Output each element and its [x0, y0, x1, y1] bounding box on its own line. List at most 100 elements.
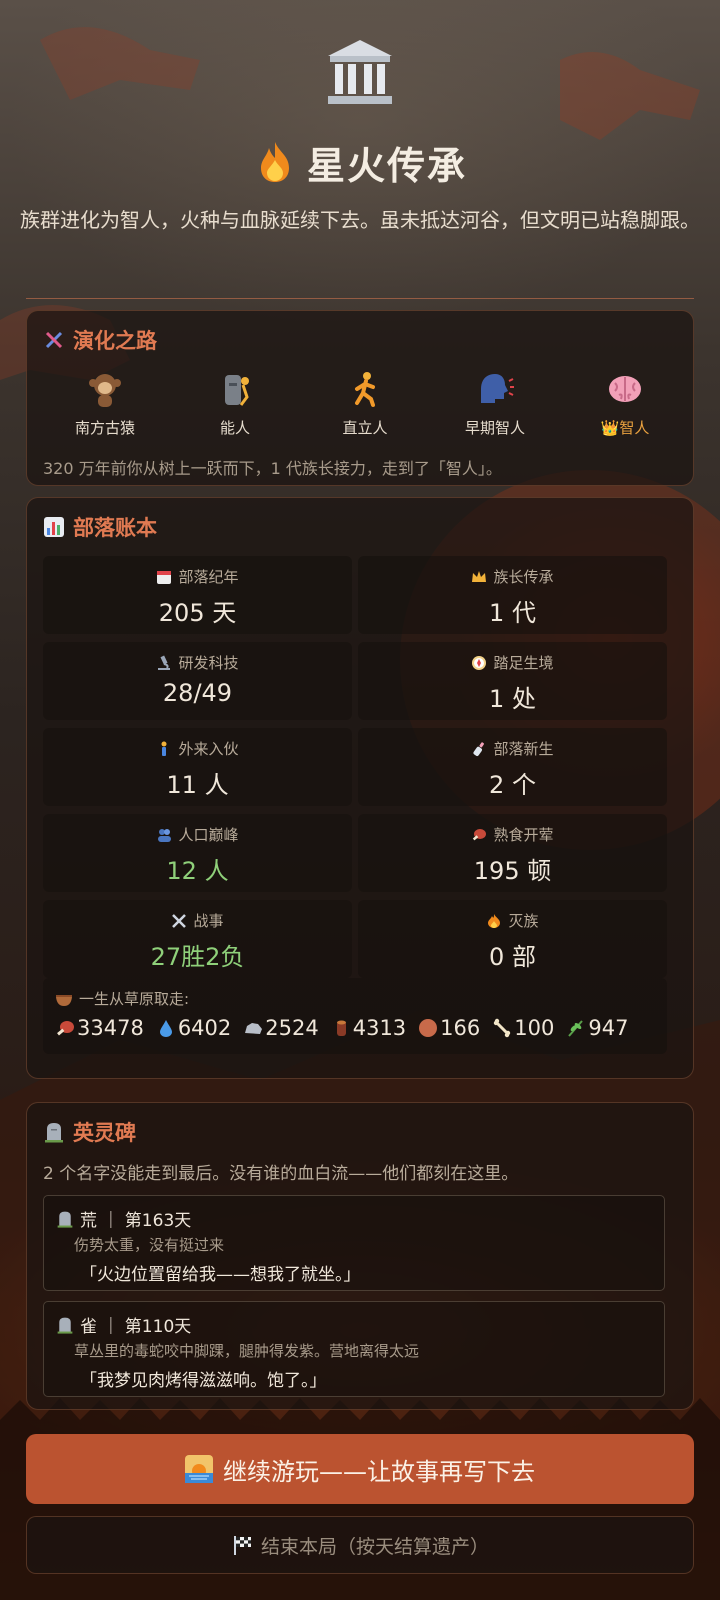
stat-label: 战事 [193, 912, 224, 930]
stat-value: 12 人 [166, 857, 229, 885]
resource-herb: 947 [566, 1016, 628, 1040]
monkey-icon [89, 374, 121, 407]
headstone-icon [45, 1123, 63, 1143]
stat-tribes-destroyed: 灭族 0 部 [358, 900, 667, 978]
stat-label: 熟食开荤 [493, 826, 554, 844]
end-game-button[interactable]: 结束本局（按天结算遗产） [26, 1516, 694, 1574]
stat-label: 踏足生境 [493, 654, 554, 672]
baby-bottle-icon [473, 741, 485, 756]
memorial-entry-cause: 草丛里的毒蛇咬中脚踝，腿肿得发紫。营地离得太远 [74, 1342, 420, 1360]
page-subtitle: 族群进化为智人，火种与血脉延续下去。虽未抵达河谷，但文明已站稳脚跟。 [20, 208, 700, 232]
stat-label: 人口巅峰 [178, 826, 239, 844]
bowl-icon [56, 994, 72, 1006]
evolution-step-label: 直立人 [342, 419, 388, 437]
evolution-step-habilis: 能人 [170, 369, 300, 438]
brain-icon [609, 376, 641, 402]
stat-label: 灭族 [508, 912, 539, 930]
fire-icon [260, 142, 289, 182]
stat-births: 部落新生 2 个 [358, 728, 667, 806]
memorial-title-label: 英灵碑 [73, 1121, 136, 1145]
speaking-head-icon [481, 374, 514, 403]
memorial-entry-cause: 伤势太重，没有挺过来 [74, 1236, 225, 1254]
evolution-step-label: 能人 [219, 419, 250, 437]
stat-peak-population: 人口巅峰 12 人 [43, 814, 352, 892]
evolution-step-early-sapiens: 早期智人 [430, 369, 560, 438]
stat-battles: 战事 27胜2负 [43, 900, 352, 978]
evolution-title-label: 演化之路 [73, 329, 157, 353]
meat-icon [57, 1021, 74, 1036]
resource-value: 6402 [177, 1016, 232, 1040]
temple-icon [328, 40, 392, 104]
ledger-title: 部落账本 [43, 512, 157, 542]
moai-icon [225, 375, 249, 406]
compass-icon [472, 655, 487, 670]
continue-button-label: 继续游玩——让故事再写下去 [223, 1457, 535, 1486]
resource-clay: 166 [418, 1016, 480, 1040]
stat-value: 2 个 [489, 771, 536, 799]
resource-value: 166 [440, 1016, 481, 1040]
resource-value: 4313 [352, 1016, 407, 1040]
stat-value: 1 处 [489, 685, 536, 713]
spoils-title: 一生从草原取走: [79, 990, 190, 1008]
evolution-step-label: 南方古猿 [74, 419, 135, 437]
water-drop-icon [159, 1020, 172, 1037]
headstone-icon [57, 1211, 73, 1228]
evolution-description: 320 万年前你从树上一跃而下，1 代族长接力，走到了「智人」。 [43, 459, 502, 478]
resource-value: 2524 [265, 1016, 319, 1040]
stat-label: 族长传承 [493, 568, 554, 586]
sunrise-icon [185, 1455, 213, 1483]
evolution-title: 演化之路 [43, 325, 157, 355]
memorial-entry: 荒 ｜ 第163天 伤势太重，没有挺过来 「火边位置留给我——想我了就坐。」 [43, 1195, 665, 1291]
meat-icon [473, 828, 487, 840]
memorial-entry-quote: 「火边位置留给我——想我了就坐。」 [80, 1265, 361, 1285]
evolution-step-label-current: 👑智人 [600, 419, 650, 437]
header-divider [26, 298, 694, 299]
evolution-step-sapiens: 👑智人 [560, 369, 690, 438]
memorial-card: 英灵碑 2 个名字没能走到最后。没有谁的血白流——他们都刻在这里。 荒 ｜ 第1… [26, 1102, 694, 1410]
stat-value: 28/49 [162, 679, 233, 707]
stat-label: 研发科技 [178, 654, 239, 672]
stat-value: 195 顿 [473, 857, 552, 885]
checkered-flag-icon [233, 1536, 251, 1555]
calendar-icon [157, 570, 172, 584]
stat-value: 205 天 [158, 599, 237, 627]
herb-icon [568, 1020, 584, 1037]
evolution-step-australopithecus: 南方古猿 [40, 369, 170, 438]
stat-value: 0 部 [489, 943, 536, 971]
stat-value: 27胜2负 [150, 943, 245, 971]
cave-animal-drawing [40, 27, 200, 101]
stat-tech-researched: 研发科技 28/49 [43, 642, 352, 720]
stat-label: 外来入伙 [178, 740, 239, 758]
cave-deer-drawing [560, 52, 700, 140]
fire-icon [488, 913, 501, 928]
rock-icon [245, 1023, 263, 1034]
tribe-ledger-card: 部落账本 部落纪年 205 天 族长传承 1 代 研发科技 28/49 踏足生境… [26, 497, 694, 1079]
stat-label: 部落新生 [493, 740, 554, 758]
resource-bone: 100 [492, 1016, 554, 1040]
continue-playing-button[interactable]: 继续游玩——让故事再写下去 [26, 1434, 694, 1504]
stat-cooked-meals: 熟食开荤 195 顿 [358, 814, 667, 892]
resource-meat: 33478 [55, 1016, 144, 1040]
end-button-label: 结束本局（按天结算遗产） [260, 1535, 489, 1558]
lifetime-spoils: 一生从草原取走: 33478 6402 2524 4313 166 100 94… [43, 978, 667, 1054]
page-title: 星火传承 [306, 143, 467, 188]
stat-tribe-days: 部落纪年 205 天 [43, 556, 352, 634]
running-person-icon [355, 372, 375, 407]
memorial-entry-name: 荒 ｜ 第163天 [80, 1211, 192, 1231]
microscope-icon [158, 655, 171, 670]
ledger-title-label: 部落账本 [73, 516, 157, 540]
resource-water: 6402 [156, 1016, 231, 1040]
stat-habitats-visited: 踏足生境 1 处 [358, 642, 667, 720]
evolution-step-label: 早期智人 [464, 419, 525, 437]
resource-stone: 2524 [243, 1016, 319, 1040]
resource-value: 33478 [77, 1016, 144, 1040]
resource-value: 947 [588, 1016, 629, 1040]
evolution-card: 演化之路 南方古猿 能人 直立人 早期智人 👑智人 320 万年前你从树上一跃而… [26, 310, 694, 486]
crossed-swords-icon [172, 913, 187, 928]
resource-wood: 4313 [331, 1016, 406, 1040]
resource-value: 100 [514, 1016, 555, 1040]
memorial-entry: 雀 ｜ 第110天 草丛里的毒蛇咬中脚踝，腿肿得发紫。营地离得太远 「我梦见肉烤… [43, 1301, 665, 1397]
memorial-title: 英灵碑 [43, 1117, 136, 1147]
evolution-step-erectus: 直立人 [300, 369, 430, 438]
bar-chart-icon [44, 517, 64, 537]
